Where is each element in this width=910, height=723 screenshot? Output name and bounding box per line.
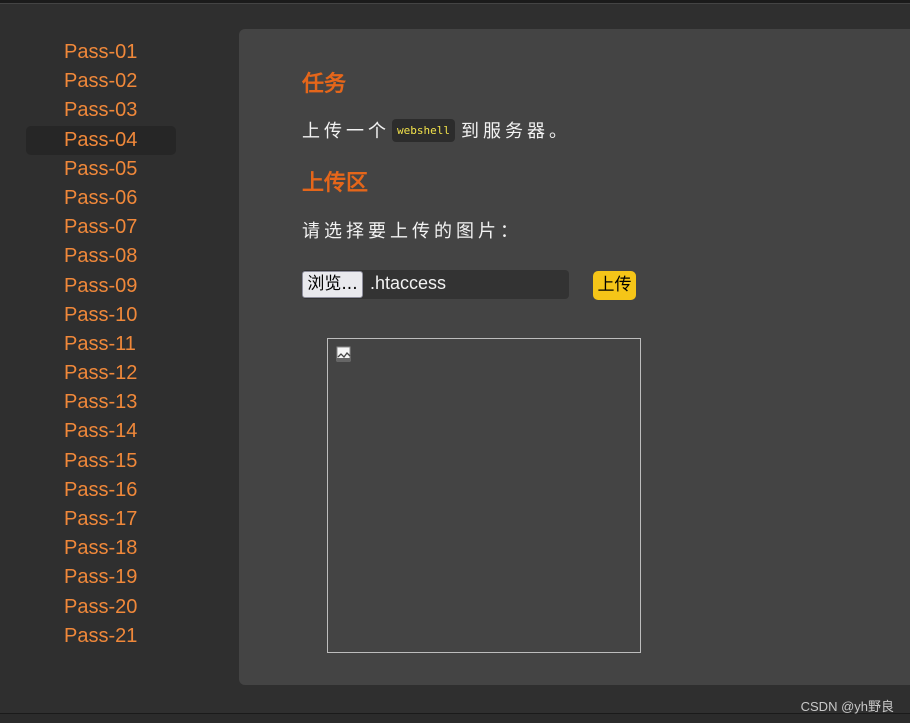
webshell-code: webshell xyxy=(392,118,455,142)
level-sidebar: Pass-01 Pass-02 Pass-03 Pass-04 Pass-05 Pass-… xyxy=(26,38,176,651)
broken-image-icon xyxy=(336,346,351,362)
task-description: 上传一个 webshell 到服务器。 xyxy=(302,117,571,143)
sidebar-item-pass-10[interactable]: Pass-10 xyxy=(26,301,176,330)
window-bottom-border xyxy=(0,713,910,723)
upload-button[interactable]: 上传 xyxy=(593,271,636,300)
task-suffix: 到服务器。 xyxy=(460,121,571,141)
sidebar-item-pass-07[interactable]: Pass-07 xyxy=(26,213,176,242)
sidebar-item-pass-19[interactable]: Pass-19 xyxy=(26,563,176,592)
sidebar-item-pass-01[interactable]: Pass-01 xyxy=(26,38,176,67)
image-preview xyxy=(327,338,641,653)
sidebar-item-pass-16[interactable]: Pass-16 xyxy=(26,476,176,505)
task-prefix: 上传一个 xyxy=(302,121,390,141)
sidebar-item-pass-02[interactable]: Pass-02 xyxy=(26,67,176,96)
main-panel: 任务 上传一个 webshell 到服务器。 上传区 请选择要上传的图片： 浏览… xyxy=(239,29,910,685)
sidebar-item-pass-05[interactable]: Pass-05 xyxy=(26,155,176,184)
task-heading: 任务 xyxy=(302,71,347,96)
upload-prompt: 请选择要上传的图片： xyxy=(302,221,522,241)
sidebar-item-pass-18[interactable]: Pass-18 xyxy=(26,534,176,563)
sidebar-item-pass-13[interactable]: Pass-13 xyxy=(26,388,176,417)
selected-file-name: .htaccess xyxy=(370,273,447,293)
sidebar-item-pass-03[interactable]: Pass-03 xyxy=(26,96,176,125)
browse-button[interactable]: 浏览... xyxy=(302,271,363,298)
sidebar-item-pass-09[interactable]: Pass-09 xyxy=(26,272,176,301)
sidebar-item-pass-17[interactable]: Pass-17 xyxy=(26,505,176,534)
sidebar-item-pass-15[interactable]: Pass-15 xyxy=(26,447,176,476)
window-top-border xyxy=(0,0,910,4)
sidebar-item-pass-08[interactable]: Pass-08 xyxy=(26,242,176,271)
sidebar-item-pass-14[interactable]: Pass-14 xyxy=(26,417,176,446)
sidebar-item-pass-04[interactable]: Pass-04 xyxy=(26,125,176,155)
sidebar-item-pass-12[interactable]: Pass-12 xyxy=(26,359,176,388)
upload-heading: 上传区 xyxy=(302,170,369,195)
watermark: CSDN @yh野良 xyxy=(800,699,894,714)
sidebar-item-pass-06[interactable]: Pass-06 xyxy=(26,184,176,213)
sidebar-item-pass-11[interactable]: Pass-11 xyxy=(26,330,176,359)
sidebar-item-pass-20[interactable]: Pass-20 xyxy=(26,593,176,622)
sidebar-item-pass-21[interactable]: Pass-21 xyxy=(26,622,176,651)
